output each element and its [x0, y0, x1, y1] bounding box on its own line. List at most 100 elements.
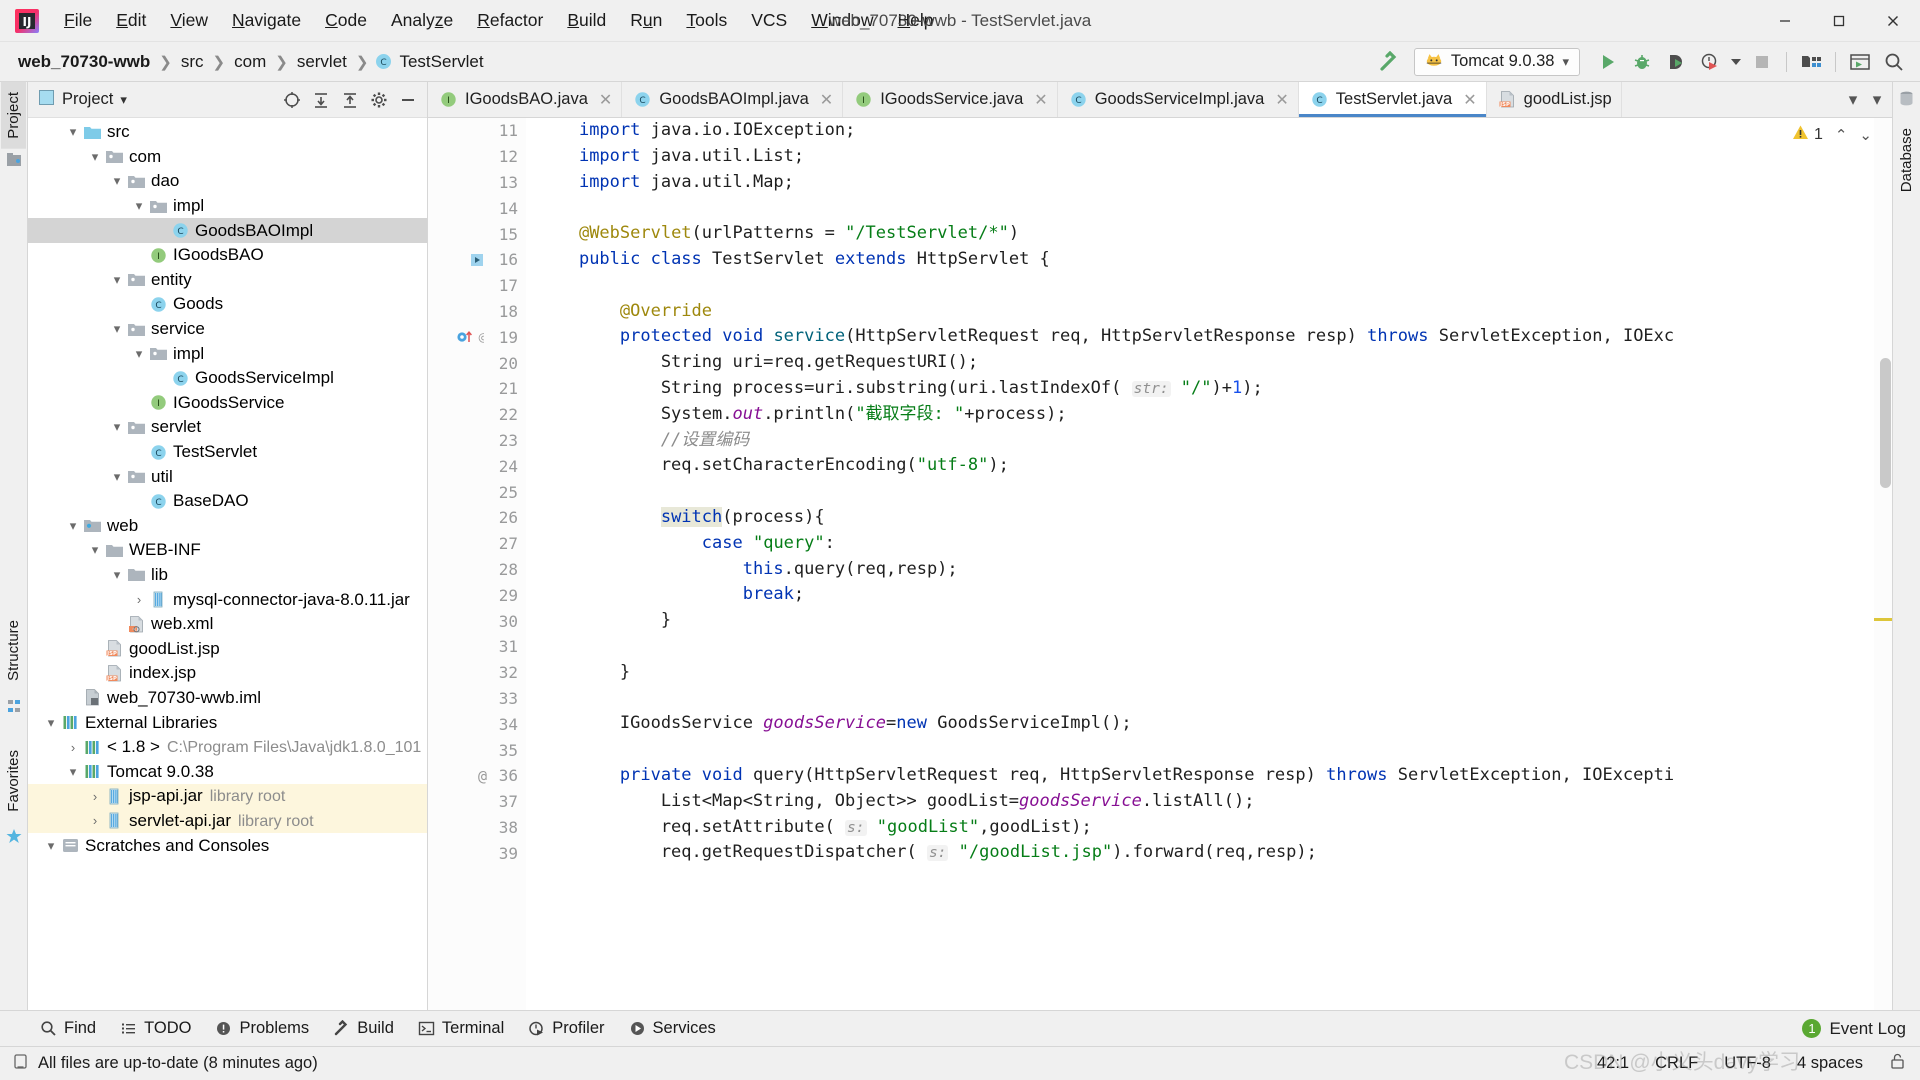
tree-node[interactable]: › < 1.8 > C:\Program Files\Java\jdk1.8.0_1…	[28, 735, 427, 760]
tree-node[interactable]: ▾ service	[28, 317, 427, 342]
tree-node[interactable]: ▾ servlet	[28, 415, 427, 440]
run-with-coverage-button[interactable]	[1660, 47, 1692, 77]
chevron-down-icon[interactable]: ▾	[108, 419, 126, 435]
breadcrumb-com[interactable]: com	[230, 50, 270, 74]
sidebar-item-project[interactable]: Project	[1, 82, 26, 149]
tree-node[interactable]: web_70730-wwb.iml	[28, 686, 427, 711]
tree-node[interactable]: C GoodsServiceImpl	[28, 366, 427, 391]
breadcrumb-testservlet[interactable]: TestServlet	[395, 50, 487, 74]
event-log-area[interactable]: 1 Event Log	[1802, 1019, 1920, 1039]
menu-code[interactable]: Code	[313, 6, 379, 35]
project-tree[interactable]: ▾ src ▾ com ▾ dao ▾ impl C GoodsBAOImpl I IGoodsBAO…	[28, 118, 427, 1010]
profile-dropdown-caret-icon[interactable]	[1728, 47, 1744, 77]
breadcrumb-project[interactable]: web_70730-wwb	[14, 50, 154, 74]
gutter-line[interactable]: 14	[428, 195, 526, 221]
gutter-line[interactable]: 15	[428, 221, 526, 247]
gutter-line[interactable]: 38	[428, 815, 526, 841]
chevron-down-icon[interactable]: ▾	[120, 92, 127, 108]
tool-window-problems[interactable]: Problems	[205, 1015, 319, 1042]
tree-node[interactable]: ▾ impl	[28, 341, 427, 366]
run-button[interactable]	[1592, 47, 1624, 77]
menu-tools[interactable]: Tools	[674, 6, 739, 35]
editor-tab[interactable]: JSP goodList.jsp	[1486, 82, 1622, 117]
gutter-line[interactable]: 37	[428, 789, 526, 815]
menu-run[interactable]: Run	[618, 6, 674, 35]
chevron-down-icon[interactable]: ▾	[130, 346, 148, 362]
gutter-line[interactable]: 29	[428, 582, 526, 608]
code-line[interactable]	[538, 273, 1892, 299]
code-line[interactable]: case "query":	[538, 531, 1892, 557]
code-line[interactable]	[538, 737, 1892, 763]
gutter-line[interactable]: 24	[428, 453, 526, 479]
sidebar-item-database[interactable]: Database	[1894, 118, 1919, 202]
expand-all-icon[interactable]	[308, 87, 334, 113]
gutter-line[interactable]: 33	[428, 686, 526, 712]
code-line[interactable]: switch(process){	[538, 505, 1892, 531]
tree-node[interactable]: C TestServlet	[28, 440, 427, 465]
tree-node[interactable]: C GoodsBAOImpl	[28, 218, 427, 243]
prev-problem-icon[interactable]: ⌃	[1835, 126, 1848, 144]
gutter-line[interactable]: 16	[428, 247, 526, 273]
tab-list-icon[interactable]: ▾	[1866, 90, 1888, 110]
chevron-right-icon[interactable]: ›	[130, 592, 148, 607]
close-tab-icon[interactable]: ✕	[599, 90, 612, 110]
code-line[interactable]: System.out.println("截取字段: "+process);	[538, 402, 1892, 428]
code-line[interactable]: req.setCharacterEncoding("utf-8");	[538, 453, 1892, 479]
gutter-line[interactable]: 35	[428, 737, 526, 763]
gutter-line[interactable]: 12	[428, 144, 526, 170]
code-line[interactable]: String uri=req.getRequestURI();	[538, 350, 1892, 376]
gutter-line[interactable]: 30	[428, 608, 540, 634]
code-editor[interactable]: 1112131415161718@19202122232425262728293…	[428, 118, 1892, 1010]
tree-node[interactable]: JSP index.jsp	[28, 661, 427, 686]
breadcrumb-src[interactable]: src	[177, 50, 208, 74]
tree-node[interactable]: < web.xml	[28, 612, 427, 637]
menu-vcs[interactable]: VCS	[739, 6, 799, 35]
tool-window-terminal[interactable]: Terminal	[408, 1015, 514, 1042]
tree-node[interactable]: ▾ dao	[28, 169, 427, 194]
build-hammer-icon[interactable]	[1374, 47, 1404, 77]
editor-gutter[interactable]: 11 12 13 14 15 16 17 18 @19 20 21 22 23 24 25 26 27 28 29 3…	[428, 118, 540, 1010]
chevron-down-icon[interactable]: ▾	[108, 567, 126, 583]
chevron-down-icon[interactable]: ▾	[86, 542, 104, 558]
gutter-line[interactable]: 32	[428, 660, 540, 686]
tree-node[interactable]: ▾ lib	[28, 563, 427, 588]
editor-tab[interactable]: C GoodsServiceImpl.java ✕	[1057, 82, 1299, 117]
caret-position[interactable]: 42:1	[1597, 1054, 1629, 1073]
tree-node[interactable]: › servlet-api.jar library root	[28, 808, 427, 834]
breadcrumb-servlet[interactable]: servlet	[293, 50, 351, 74]
menu-help[interactable]: Help	[886, 6, 946, 35]
run-configuration-selector[interactable]: Tomcat 9.0.38 ▾	[1413, 47, 1580, 76]
gutter-line[interactable]: 26	[428, 505, 540, 531]
menu-refactor[interactable]: Refactor	[465, 6, 555, 35]
code-line[interactable]: String process=uri.substring(uri.lastInd…	[538, 376, 1892, 402]
editor-tab[interactable]: C GoodsBAOImpl.java ✕	[622, 82, 844, 117]
menu-analyze[interactable]: Analyze	[379, 6, 465, 35]
code-line[interactable]	[538, 195, 1892, 221]
debug-button[interactable]	[1626, 47, 1658, 77]
tree-node[interactable]: ▾ Scratches and Consoles	[28, 833, 427, 858]
project-panel-title[interactable]: Project ▾	[38, 89, 127, 111]
code-line[interactable]: IGoodsService goodsService=new GoodsServ…	[538, 711, 1892, 737]
close-button[interactable]	[1866, 0, 1920, 42]
menu-edit[interactable]: Edit	[104, 6, 158, 35]
maximize-button[interactable]	[1812, 0, 1866, 42]
search-everywhere-button[interactable]	[1878, 47, 1910, 77]
stop-button[interactable]	[1746, 47, 1778, 77]
gutter-line[interactable]: 13	[428, 170, 540, 196]
updates-button[interactable]	[1844, 47, 1876, 77]
tree-node[interactable]: ▾ com	[28, 145, 427, 170]
close-tab-icon[interactable]: ✕	[1463, 90, 1476, 110]
chevron-down-icon[interactable]: ▾	[86, 149, 104, 165]
menu-build[interactable]: Build	[555, 6, 618, 35]
tool-window-profiler[interactable]: Profiler	[518, 1015, 614, 1042]
file-encoding[interactable]: UTF-8	[1724, 1054, 1771, 1073]
menu-file[interactable]: File	[52, 6, 104, 35]
gutter-line[interactable]: 11	[428, 118, 526, 144]
close-tab-icon[interactable]: ✕	[1034, 90, 1047, 110]
chevron-down-icon[interactable]: ▾	[64, 764, 82, 780]
tree-node[interactable]: ▾ src	[28, 120, 427, 145]
gutter-line[interactable]: 22	[428, 402, 526, 428]
tree-node[interactable]: C BaseDAO	[28, 489, 427, 514]
chevron-down-icon[interactable]: ▾	[64, 518, 82, 534]
close-tab-icon[interactable]: ✕	[820, 90, 833, 110]
